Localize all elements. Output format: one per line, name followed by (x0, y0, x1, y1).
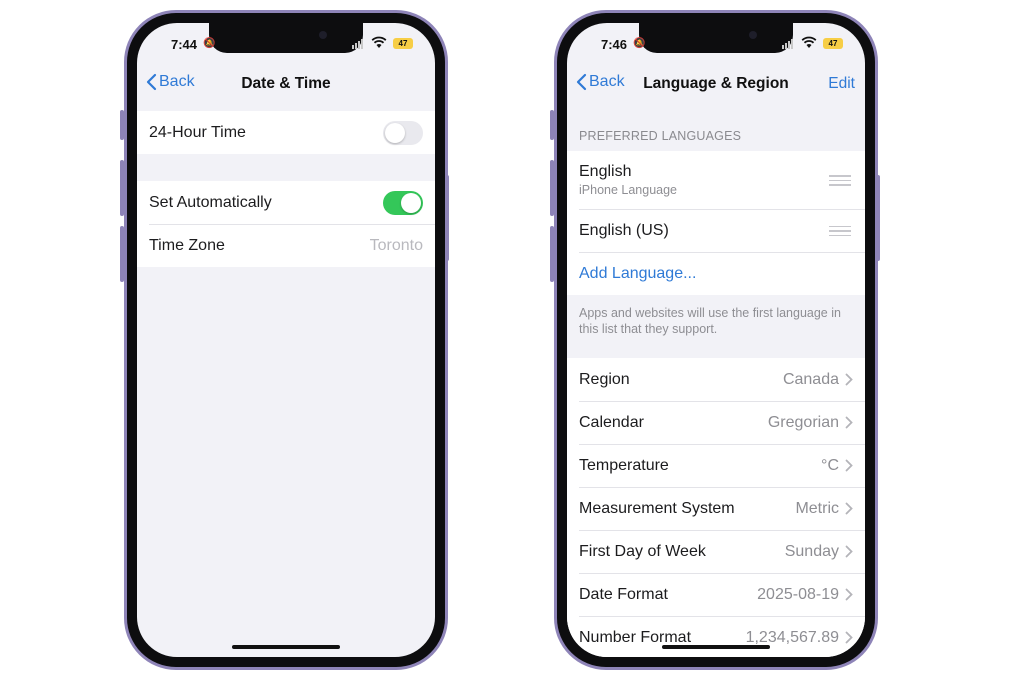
hour24-row: 24-Hour Time (137, 111, 435, 154)
wifi-icon (801, 36, 817, 48)
set-automatically-label: Set Automatically (149, 193, 272, 211)
setting-value: Gregorian (767, 413, 839, 431)
automatic-group: Set Automatically Time Zone Toronto (137, 181, 435, 267)
status-time: 7:46 (601, 37, 628, 52)
chevron-right-icon (845, 459, 853, 472)
chevron-right-icon (845, 631, 853, 644)
chevron-right-icon (845, 588, 853, 601)
set-automatically-row: Set Automatically (137, 181, 435, 224)
hour-format-group: 24-Hour Time (137, 111, 435, 154)
left-phone: 7:44 🔕 47 Back Date & Time 24-Hour Time … (124, 10, 448, 670)
status-time: 7:44 (171, 37, 198, 52)
silent-bell-icon: 🔕 (203, 38, 216, 49)
page-title: Date & Time (241, 75, 331, 92)
setting-label: Region (579, 370, 630, 388)
setting-label: First Day of Week (579, 542, 706, 560)
chevron-right-icon (845, 416, 853, 429)
setting-label: Temperature (579, 456, 669, 474)
setting-label: Number Format (579, 628, 692, 646)
language-row-english-us[interactable]: English (US) (567, 209, 865, 252)
chevron-right-icon (845, 373, 853, 386)
calendar-row[interactable]: Calendar Gregorian (567, 401, 865, 444)
setting-value: Metric (795, 499, 839, 517)
set-automatically-toggle[interactable] (383, 190, 423, 215)
setting-value: Canada (782, 370, 839, 388)
add-language-link[interactable]: Add Language... (579, 265, 696, 283)
language-subtitle: iPhone Language (579, 183, 678, 197)
time-zone-row[interactable]: Time Zone Toronto (137, 224, 435, 267)
silent-bell-icon: 🔕 (633, 38, 646, 49)
setting-label: Date Format (579, 585, 668, 603)
setting-value: 2025-08-19 (757, 585, 839, 603)
setting-value: °C (821, 456, 839, 474)
chevron-right-icon (845, 502, 853, 515)
setting-label: Calendar (579, 413, 644, 431)
left-phone-bezel: 7:44 🔕 47 Back Date & Time 24-Hour Time … (127, 13, 445, 667)
region-settings-group: Region Canada Calendar Gregorian Tempera… (567, 358, 865, 657)
setting-label: Measurement System (579, 499, 735, 517)
time-zone-label: Time Zone (149, 236, 225, 254)
reorder-handle-icon[interactable] (829, 225, 851, 236)
right-phone-bezel: 7:46 🔕 47 Back Language & Region Edit PR… (557, 13, 875, 667)
battery-icon: 47 (823, 38, 843, 49)
language-name: English (579, 163, 632, 180)
date-format-row[interactable]: Date Format 2025-08-19 (567, 573, 865, 616)
time-zone-value: Toronto (369, 236, 423, 254)
first-day-of-week-row[interactable]: First Day of Week Sunday (567, 530, 865, 573)
measurement-system-row[interactable]: Measurement System Metric (567, 487, 865, 530)
home-indicator[interactable] (662, 645, 770, 649)
status-bar: 7:44 🔕 47 (137, 23, 435, 55)
chevron-right-icon (845, 545, 853, 558)
hour24-label: 24-Hour Time (149, 123, 246, 141)
navigation-bar: Back Language & Region Edit (567, 69, 865, 97)
edit-button[interactable]: Edit (828, 75, 855, 93)
setting-value: 1,234,567.89 (745, 628, 839, 646)
right-phone: 7:46 🔕 47 Back Language & Region Edit PR… (554, 10, 878, 670)
number-format-row[interactable]: Number Format 1,234,567.89 (567, 616, 865, 657)
hour24-toggle[interactable] (383, 120, 423, 145)
home-indicator[interactable] (232, 645, 340, 649)
page-title: Language & Region (643, 75, 789, 92)
region-row[interactable]: Region Canada (567, 358, 865, 401)
temperature-row[interactable]: Temperature °C (567, 444, 865, 487)
language-row-english[interactable]: English iPhone Language (567, 151, 865, 209)
comparison-stage: 7:44 🔕 47 Back Date & Time 24-Hour Time … (0, 0, 1024, 683)
languages-group: English iPhone Language English (US) Add… (567, 151, 865, 295)
add-language-row[interactable]: Add Language... (567, 252, 865, 295)
language-name: English (US) (579, 221, 669, 239)
battery-icon: 47 (393, 38, 413, 49)
cellular-signal-icon (352, 39, 363, 49)
language-region-screen: 7:46 🔕 47 Back Language & Region Edit PR… (567, 23, 865, 657)
languages-footnote: Apps and websites will use the first lan… (579, 306, 841, 336)
setting-value: Sunday (784, 542, 839, 560)
cellular-signal-icon (782, 39, 793, 49)
preferred-languages-header: PREFERRED LANGUAGES (579, 129, 742, 143)
date-time-screen: 7:44 🔕 47 Back Date & Time 24-Hour Time … (137, 23, 435, 657)
reorder-handle-icon[interactable] (829, 175, 851, 186)
status-bar: 7:46 🔕 47 (567, 23, 865, 55)
navigation-bar: Back Date & Time (137, 69, 435, 97)
wifi-icon (371, 36, 387, 48)
